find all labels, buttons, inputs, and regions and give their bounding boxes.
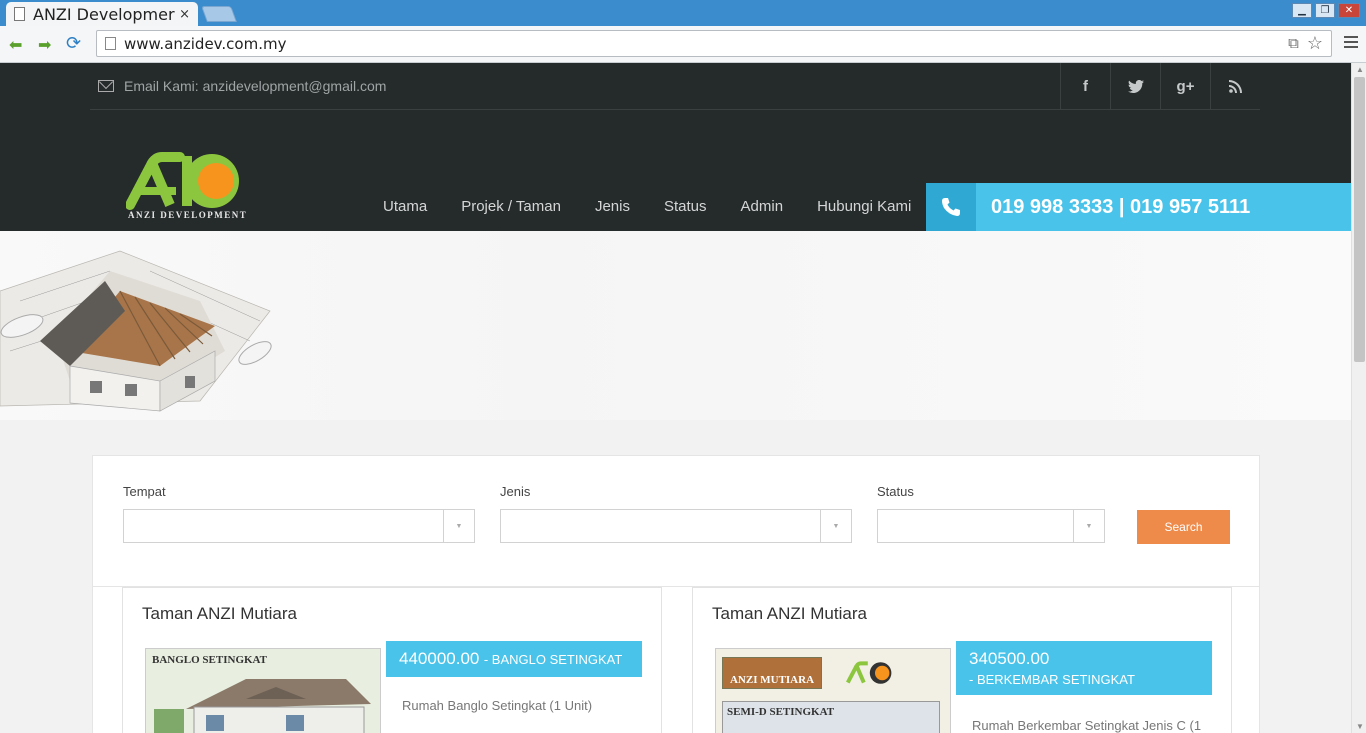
search-button[interactable]: Search (1137, 510, 1230, 544)
chevron-down-icon[interactable]: ▼ (443, 510, 474, 542)
tempat-label: Tempat (123, 484, 166, 499)
phone-bar: 019 998 3333 | 019 957 5111 (926, 183, 1351, 231)
google-plus-icon[interactable]: g+ (1160, 63, 1210, 109)
page-icon (14, 7, 25, 21)
listing-thumbnail[interactable]: BANGLO SETINGKAT (145, 648, 381, 733)
thumbnail-heading: SEMI-D SETINGKAT (722, 701, 940, 733)
window-controls: ▁ ❐ ✕ (1292, 3, 1360, 18)
jenis-label: Jenis (500, 484, 531, 499)
listings-section: Taman ANZI Mutiara BANGLO SETINGKAT 4400… (92, 587, 1260, 733)
hero-banner (0, 231, 1351, 420)
tempat-field: Tempat ▼ (123, 484, 475, 543)
new-tab-button[interactable] (201, 6, 237, 22)
site-header: Email Kami: anzidevelopment@gmail.com f … (0, 63, 1351, 231)
nav-status[interactable]: Status (647, 183, 724, 231)
listing-type: - BERKEMBAR SETINGKAT (969, 672, 1135, 687)
minimize-icon[interactable]: ▁ (1292, 3, 1312, 18)
browser-tab-strip: ANZI Developmer × ▁ ❐ ✕ (0, 0, 1366, 26)
listing-card[interactable]: Taman ANZI Mutiara BANGLO SETINGKAT 4400… (122, 587, 662, 733)
browser-menu-icon[interactable] (1344, 36, 1358, 51)
window-close-icon[interactable]: ✕ (1338, 3, 1360, 18)
browser-toolbar: ⬅ ➡ ⟳ www.anzidev.com.my ⧉ ☆ (0, 26, 1366, 63)
scroll-down-icon[interactable]: ▼ (1356, 722, 1364, 731)
logo-wordmark: ANZI DEVELOPMENT (128, 210, 248, 220)
anzi-logo-small (846, 661, 892, 684)
address-bar[interactable]: www.anzidev.com.my ⧉ ☆ (96, 30, 1332, 57)
url-text[interactable]: www.anzidev.com.my (124, 35, 1288, 53)
listing-price: 340500.00 (969, 649, 1050, 668)
status-select[interactable]: ▼ (877, 509, 1105, 543)
listing-description: Rumah Banglo Setingkat (1 Unit) (402, 698, 593, 713)
back-icon[interactable]: ⬅ (9, 35, 22, 55)
restore-icon[interactable]: ❐ (1315, 3, 1335, 18)
social-links: f g+ (1060, 63, 1260, 109)
listing-description: Rumah Berkembar Setingkat Jenis C (1 (972, 718, 1202, 733)
bungalow-drawing (154, 679, 371, 733)
price-badge: 340500.00 - BERKEMBAR SETINGKAT (956, 641, 1212, 695)
listing-price: 440000.00 (399, 649, 480, 668)
tab-title: ANZI Developmer (33, 4, 175, 24)
tab-close-icon[interactable]: × (179, 7, 190, 22)
bookmark-star-icon[interactable]: ☆ (1307, 33, 1323, 54)
house-blueprint-illustration (0, 250, 272, 412)
status-field: Status ▼ (877, 484, 1105, 543)
main-navigation: Utama Projek / Taman Jenis Status Admin … (366, 183, 928, 231)
status-label: Status (877, 484, 914, 499)
page-icon (105, 37, 116, 50)
forward-icon[interactable]: ➡ (38, 35, 51, 55)
envelope-icon (98, 80, 114, 92)
scroll-up-icon[interactable]: ▲ (1356, 65, 1364, 74)
jenis-select[interactable]: ▼ (500, 509, 852, 543)
nav-jenis[interactable]: Jenis (578, 183, 647, 231)
translate-icon[interactable]: ⧉ (1288, 35, 1299, 52)
listing-title[interactable]: Taman ANZI Mutiara (142, 604, 297, 624)
listing-thumbnail[interactable]: ANZI MUTIARA SEMI-D SETINGKAT (715, 648, 951, 733)
reload-icon[interactable]: ⟳ (66, 33, 81, 54)
top-bar: Email Kami: anzidevelopment@gmail.com f … (90, 63, 1260, 110)
listing-card[interactable]: Taman ANZI Mutiara ANZI MUTIARA SEMI-D S… (692, 587, 1232, 733)
page-scrollbar[interactable]: ▲ ▼ (1351, 63, 1366, 733)
chevron-down-icon[interactable]: ▼ (820, 510, 851, 542)
nav-projek-taman[interactable]: Projek / Taman (444, 183, 578, 231)
chevron-down-icon[interactable]: ▼ (1073, 510, 1104, 542)
listing-title[interactable]: Taman ANZI Mutiara (712, 604, 867, 624)
browser-tab[interactable]: ANZI Developmer × (6, 2, 198, 26)
nav-hubungi-kami[interactable]: Hubungi Kami (800, 183, 928, 231)
nav-admin[interactable]: Admin (724, 183, 801, 231)
scrollbar-thumb[interactable] (1354, 77, 1365, 362)
page-viewport: Email Kami: anzidevelopment@gmail.com f … (0, 63, 1351, 733)
twitter-icon[interactable] (1110, 63, 1160, 109)
tempat-select[interactable]: ▼ (123, 509, 475, 543)
phone-icon (926, 183, 976, 231)
facebook-icon[interactable]: f (1060, 63, 1110, 109)
listing-type: - BANGLO SETINGKAT (483, 652, 623, 667)
price-badge: 440000.00 - BANGLO SETINGKAT (386, 641, 642, 677)
rss-icon[interactable] (1210, 63, 1260, 109)
nav-utama[interactable]: Utama (366, 183, 444, 231)
jenis-field: Jenis ▼ (500, 484, 852, 543)
search-panel: Tempat ▼ Jenis ▼ Status ▼ Search (92, 455, 1260, 587)
thumbnail-banner: ANZI MUTIARA (722, 657, 822, 689)
phone-numbers[interactable]: 019 998 3333 | 019 957 5111 (991, 196, 1250, 219)
email-contact[interactable]: Email Kami: anzidevelopment@gmail.com (124, 78, 386, 94)
